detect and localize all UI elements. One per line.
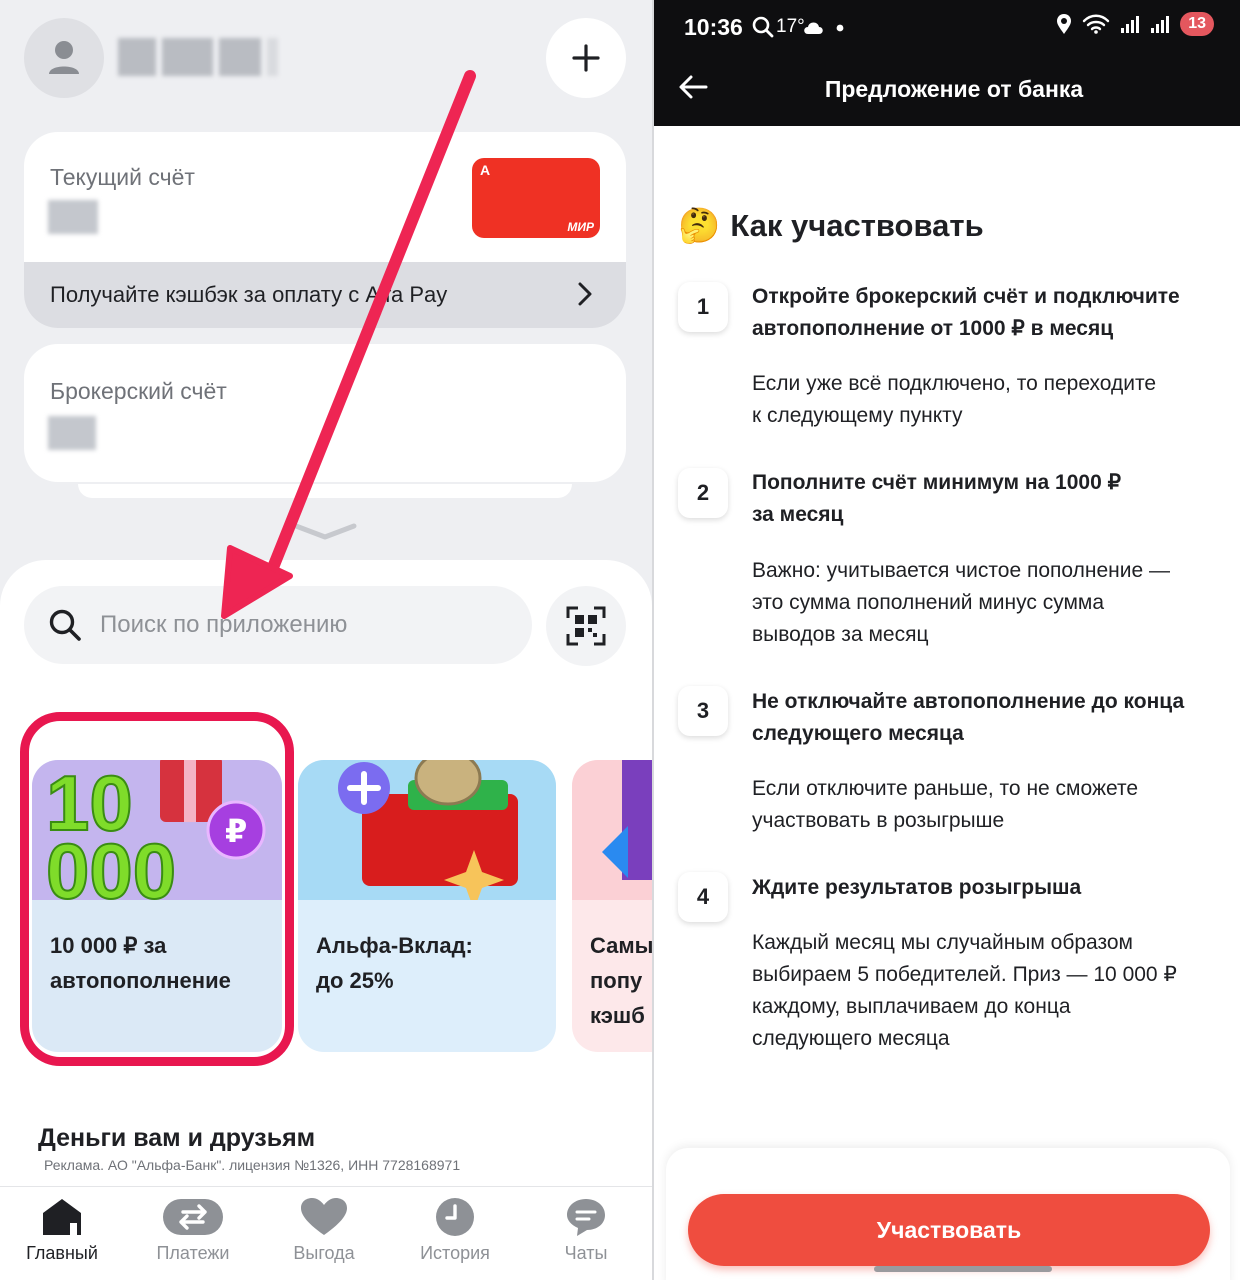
broker-account-title: Брокерский счёт: [50, 378, 227, 404]
offer-screen: 10:36 17° 13 Предложение от банка 🤔 Как …: [652, 0, 1240, 1280]
home-indicator: [874, 1266, 1052, 1272]
search-status-icon: [752, 16, 774, 38]
step-number-badge: 2: [678, 468, 728, 518]
promo-art-text-bottom: 000: [46, 827, 176, 900]
status-time: 10:36: [684, 14, 743, 40]
step-description: Если отключите раньше, то не сможете уча…: [752, 777, 1139, 832]
promo-card-autodeposit[interactable]: 10 000 ₽ 10 000 ₽ за автопополнение: [32, 760, 282, 1052]
tab-chats[interactable]: Чаты: [526, 1197, 646, 1264]
signal-2-icon: [1151, 16, 1170, 33]
bottom-tab-bar: Главный Платежи Выгода История Чаты: [0, 1186, 652, 1280]
user-icon: [49, 41, 79, 74]
search-bar[interactable]: [24, 586, 532, 664]
mir-logo: МИР: [567, 220, 594, 234]
transfer-icon: [163, 1199, 223, 1235]
how-title-text: Как участвовать: [730, 208, 984, 243]
thinking-emoji-icon: 🤔: [678, 206, 721, 246]
card-stack-edge: [78, 484, 572, 498]
search-icon: [49, 609, 81, 641]
promo-image-wallet: [298, 760, 556, 910]
participate-button[interactable]: Участвовать: [688, 1194, 1210, 1266]
tab-label: Выгода: [293, 1243, 355, 1263]
signal-icon: [1121, 16, 1140, 33]
step-number-badge: 1: [678, 282, 728, 332]
chevron-right-icon: [578, 282, 592, 306]
tab-benefits[interactable]: Выгода: [264, 1197, 384, 1264]
promo-label-cashback: Самы попу кэшб: [590, 933, 652, 1028]
user-name-blurred: [118, 38, 278, 76]
cashback-banner[interactable]: Получайте кэшбэк за оплату с Alfa Pay: [24, 262, 626, 328]
tab-label: Платежи: [156, 1243, 230, 1263]
step-number-badge: 3: [678, 686, 728, 736]
add-button[interactable]: [546, 18, 626, 98]
coin-icon: [414, 760, 482, 806]
promo-card-cashback[interactable]: Самы попу кэшб: [572, 760, 652, 1052]
tab-label: История: [420, 1243, 490, 1263]
avatar[interactable]: [24, 18, 104, 98]
step-title: Откройте брокерский счёт и подключите ав…: [752, 285, 1180, 340]
tab-payments[interactable]: Платежи: [133, 1197, 253, 1264]
main-screen: Текущий счёт А МИР Получайте кэшбэк за о…: [0, 0, 652, 1280]
promo-image-cashback: [572, 760, 652, 900]
promo-label-autodeposit: 10 000 ₽ за автопополнение: [50, 933, 231, 993]
status-bar: 10:36 17° 13: [654, 0, 1240, 56]
promo-image-10000: 10 000 ₽: [32, 760, 282, 916]
broker-account-card[interactable]: Брокерский счёт: [24, 344, 626, 482]
section-title-friends: Деньги вам и друзьям: [38, 1124, 316, 1152]
step-description: Если уже всё подключено, то переходите к…: [752, 372, 1157, 427]
location-icon: [1057, 14, 1072, 34]
app-bar: Предложение от банка: [654, 56, 1240, 126]
notification-dot-icon: [836, 24, 844, 32]
card-bank-letter: А: [480, 162, 491, 178]
how-to-participate-heading: 🤔 Как участвовать: [678, 206, 984, 246]
tab-label: Главный: [26, 1243, 98, 1263]
bank-card-thumbnail[interactable]: А МИР: [472, 158, 600, 238]
collapse-chevron-icon[interactable]: [292, 520, 358, 542]
ad-disclaimer: Реклама. АО "Альфа-Банк". лицензия №1326…: [44, 1157, 461, 1173]
step-description: Каждый месяц мы случайным образом выбира…: [752, 931, 1177, 1050]
tab-home[interactable]: Главный: [2, 1197, 122, 1264]
wifi-icon: [1083, 14, 1110, 34]
balance-blurred: [48, 200, 98, 234]
step-title: Пополните счёт минимум на 1000 ₽ за меся…: [752, 471, 1121, 526]
tab-history[interactable]: История: [395, 1197, 515, 1264]
current-account-title: Текущий счёт: [50, 164, 195, 190]
status-icons: 13: [1056, 12, 1214, 36]
promo-card-alfa-deposit[interactable]: Альфа-Вклад: до 25%: [298, 760, 556, 1052]
step-description: Важно: учитывается чистое пополнение — э…: [752, 559, 1170, 646]
current-account-card[interactable]: Текущий счёт А МИР Получайте кэшбэк за о…: [24, 132, 626, 328]
heart-icon: [301, 1198, 347, 1235]
home-icon: [43, 1199, 81, 1235]
weather-cloud-icon: [804, 22, 823, 34]
battery-badge: 13: [1180, 12, 1214, 36]
chat-icon: [567, 1199, 605, 1236]
step-title: Не отключайте автопополнение до конца сл…: [752, 690, 1185, 745]
arrow-art-icon: [602, 826, 628, 878]
clock-icon: [436, 1198, 474, 1236]
qr-code-icon: [566, 606, 606, 646]
promo-label-alfa-deposit: Альфа-Вклад: до 25%: [316, 933, 473, 993]
plus-icon: [572, 44, 600, 72]
broker-balance-blurred: [48, 416, 96, 450]
step-title: Ждите результатов розыгрыша: [752, 876, 1082, 899]
search-input[interactable]: [100, 611, 500, 639]
status-temperature: 17°: [776, 16, 805, 37]
tab-label: Чаты: [564, 1243, 608, 1263]
svg-text:₽: ₽: [225, 812, 247, 850]
cashback-banner-text: Получайте кэшбэк за оплату с Alfa Pay: [50, 282, 448, 307]
page-title: Предложение от банка: [824, 76, 1084, 102]
step-number-badge: 4: [678, 872, 728, 922]
qr-scan-button[interactable]: [546, 586, 626, 666]
